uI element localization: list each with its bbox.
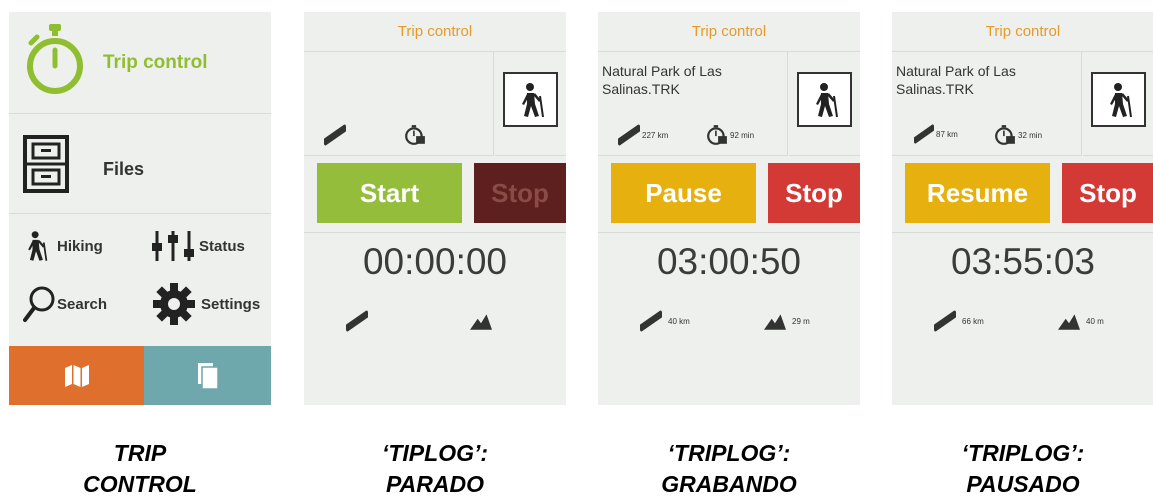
total-time (404, 124, 426, 146)
menu-settings[interactable]: Settings (149, 282, 260, 326)
menu-files[interactable]: Files (9, 114, 271, 214)
activity-box[interactable] (503, 72, 558, 127)
elapsed-time: 03:55:03 (892, 232, 1153, 294)
screen-title: Trip control (304, 12, 566, 52)
caption-paused: ‘TRIPLOG’: PAUSADO (961, 440, 1085, 497)
stop-button[interactable]: Stop (474, 163, 566, 223)
hiker-icon (23, 229, 49, 263)
file-cabinet-icon (23, 135, 69, 198)
track-name: Natural Park of Las Salinas.TRK (896, 63, 1016, 97)
trip-distance-value: 66 km (962, 316, 984, 326)
map-icon (64, 364, 89, 387)
gear-icon (153, 283, 195, 325)
total-distance (324, 124, 346, 146)
total-time-value: 92 min (730, 130, 755, 140)
ruler-icon (914, 124, 934, 144)
stop-button[interactable]: Stop (1062, 163, 1153, 223)
menu-search-label: Search (57, 295, 108, 313)
elapsed-time: 00:00:00 (304, 232, 566, 294)
total-distance-value: 227 km (642, 130, 669, 140)
total-time-value: 32 min (1018, 130, 1043, 140)
total-distance-value: 87 km (936, 129, 958, 139)
ruler-icon (324, 124, 346, 146)
total-distance: 227 km (618, 124, 668, 146)
ruler-icon (346, 310, 368, 332)
timer-icon (404, 124, 426, 146)
stop-button[interactable]: Stop (768, 163, 860, 223)
menu-status[interactable]: Status (151, 224, 245, 268)
trip-altitude-value: 40 m (1086, 316, 1104, 326)
activity-box[interactable] (797, 72, 852, 127)
trip-distance: 66 km (934, 310, 984, 332)
menu-settings-label: Settings (201, 295, 261, 313)
trip-altitude-value: 29 m (792, 316, 810, 326)
altitude-icon (1058, 310, 1080, 332)
trip-distance-value: 40 km (668, 316, 690, 326)
hiker-icon (810, 82, 840, 118)
elapsed-time: 03:00:50 (598, 232, 860, 294)
hiker-icon (516, 82, 546, 118)
magnifier-icon (23, 286, 55, 322)
menu-search[interactable]: Search (23, 282, 107, 326)
trip-altitude: 40 m (1058, 310, 1104, 332)
activity-selector[interactable] (1083, 52, 1153, 156)
resume-button[interactable]: Resume (905, 163, 1050, 223)
trip-altitude: 29 m (764, 310, 810, 332)
triplog-recording-screen: Trip control Natural Park of Las Salinas… (598, 12, 860, 405)
track-info (304, 52, 494, 156)
equalizer-icon (152, 231, 194, 261)
activity-selector[interactable] (495, 52, 566, 156)
screen-title: Trip control (598, 12, 860, 52)
track-name: Natural Park of Las Salinas.TRK (602, 63, 722, 97)
caption-trip-control: TRIP CONTROL (83, 440, 197, 497)
activity-selector[interactable] (789, 52, 860, 156)
triplog-stopped-screen: Trip control Start Stop 00:00:00 (304, 12, 566, 405)
ruler-icon (934, 310, 956, 332)
menu-trip-control[interactable]: Trip control (9, 12, 271, 114)
map-button[interactable] (9, 346, 144, 405)
pages-icon (197, 362, 218, 389)
ruler-icon (618, 124, 640, 146)
caption-stopped: ‘TIPLOG’: PARADO (381, 440, 489, 497)
timer-icon (994, 124, 1016, 146)
start-button[interactable]: Start (317, 163, 462, 223)
menu-status-label: Status (199, 237, 245, 255)
menu-hiking-label: Hiking (57, 237, 103, 255)
total-distance: 87 km (914, 124, 958, 144)
ruler-icon (640, 310, 662, 332)
hiker-icon (1104, 82, 1134, 118)
menu-trip-control-label: Trip control (103, 52, 208, 73)
stopwatch-icon (25, 23, 85, 100)
screen-title: Trip control (892, 12, 1153, 52)
pause-button[interactable]: Pause (611, 163, 756, 223)
activity-box[interactable] (1091, 72, 1146, 127)
triplog-paused-screen: Trip control Natural Park of Las Salinas… (892, 12, 1153, 405)
total-time: 92 min (706, 124, 754, 146)
total-time: 32 min (994, 124, 1042, 146)
menu-hiking[interactable]: Hiking (23, 224, 103, 268)
trip-distance (346, 310, 368, 332)
altitude-icon (764, 310, 786, 332)
menu-files-label: Files (103, 159, 145, 179)
trip-control-menu: Trip control Files Hiking Status Search … (9, 12, 271, 405)
trip-distance: 40 km (640, 310, 690, 332)
pages-button[interactable] (144, 346, 271, 405)
timer-icon (706, 124, 728, 146)
altitude-icon (470, 310, 492, 332)
track-info: Natural Park of Las Salinas.TRK 87 km 32… (892, 52, 1082, 156)
trip-altitude (470, 310, 492, 332)
track-info: Natural Park of Las Salinas.TRK 227 km 9… (598, 52, 788, 156)
caption-recording: ‘TRIPLOG’: GRABANDO (661, 440, 797, 497)
